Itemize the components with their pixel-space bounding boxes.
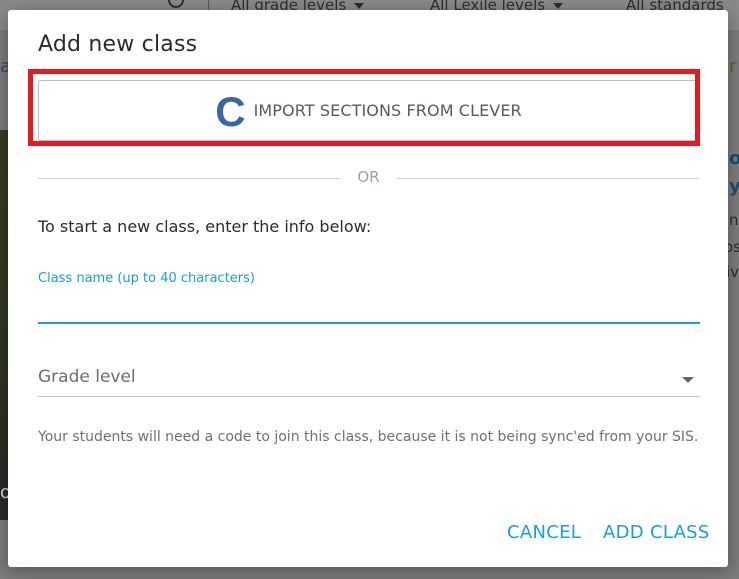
chevron-down-icon — [553, 2, 564, 9]
highlight-frame — [28, 69, 700, 146]
dialog-title: Add new class — [38, 32, 198, 57]
background-text-fragment: n — [729, 211, 739, 229]
background-text-fragment: o — [729, 148, 739, 169]
divider-line — [396, 178, 699, 179]
search-icon — [168, 0, 184, 8]
background-text-fragment: y — [729, 176, 739, 197]
intro-text: To start a new class, enter the info bel… — [38, 217, 372, 236]
cancel-button[interactable]: CANCEL — [507, 522, 581, 543]
background-text-fragment: r — [729, 56, 737, 77]
chevron-down-icon — [682, 377, 694, 383]
grade-level-select[interactable]: Grade level — [38, 360, 700, 397]
chevron-down-icon — [354, 2, 365, 9]
grade-level-placeholder: Grade level — [38, 367, 136, 387]
join-code-hint: Your students will need a code to join t… — [38, 429, 699, 445]
add-class-dialog: Add new class C IMPORT SECTIONS FROM CLE… — [8, 10, 728, 567]
add-class-button[interactable]: ADD CLASS — [603, 522, 710, 543]
class-name-input[interactable] — [38, 292, 700, 324]
or-divider: OR — [38, 168, 699, 188]
or-label: OR — [357, 168, 380, 186]
class-name-label: Class name (up to 40 characters) — [38, 271, 255, 286]
